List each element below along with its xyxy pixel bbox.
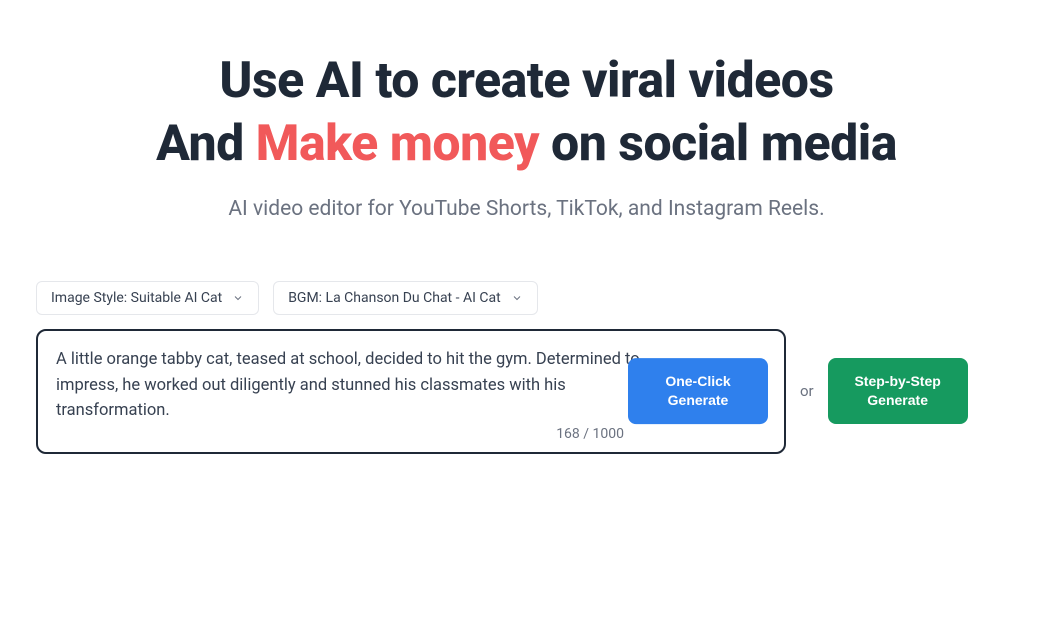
bgm-dropdown[interactable]: BGM: La Chanson Du Chat - AI Cat xyxy=(273,281,538,315)
headline-line1: Use AI to create viral videos xyxy=(219,52,833,110)
chevron-down-icon xyxy=(511,292,523,304)
dropdown-row: Image Style: Suitable AI Cat BGM: La Cha… xyxy=(0,281,1053,315)
headline-line2-suffix: on social media xyxy=(539,115,897,173)
image-style-dropdown[interactable]: Image Style: Suitable AI Cat xyxy=(36,281,259,315)
input-row: A little orange tabby cat, teased at sch… xyxy=(0,329,1053,454)
char-count: 168 / 1000 xyxy=(556,426,624,442)
chevron-down-icon xyxy=(232,292,244,304)
image-style-label: Image Style: Suitable AI Cat xyxy=(51,290,222,306)
page-headline: Use AI to create viral videos And Make m… xyxy=(0,50,1053,175)
or-separator: or xyxy=(800,382,814,400)
prompt-input[interactable]: A little orange tabby cat, teased at sch… xyxy=(56,347,681,424)
headline-line2-prefix: And xyxy=(156,115,256,173)
page-subtitle: AI video editor for YouTube Shorts, TikT… xyxy=(0,197,1053,221)
one-click-generate-button[interactable]: One-Click Generate xyxy=(628,358,768,424)
step-by-step-generate-button[interactable]: Step-by-Step Generate xyxy=(828,358,968,424)
prompt-box: A little orange tabby cat, teased at sch… xyxy=(36,329,786,454)
bgm-label: BGM: La Chanson Du Chat - AI Cat xyxy=(288,290,501,306)
headline-highlight: Make money xyxy=(256,115,539,173)
